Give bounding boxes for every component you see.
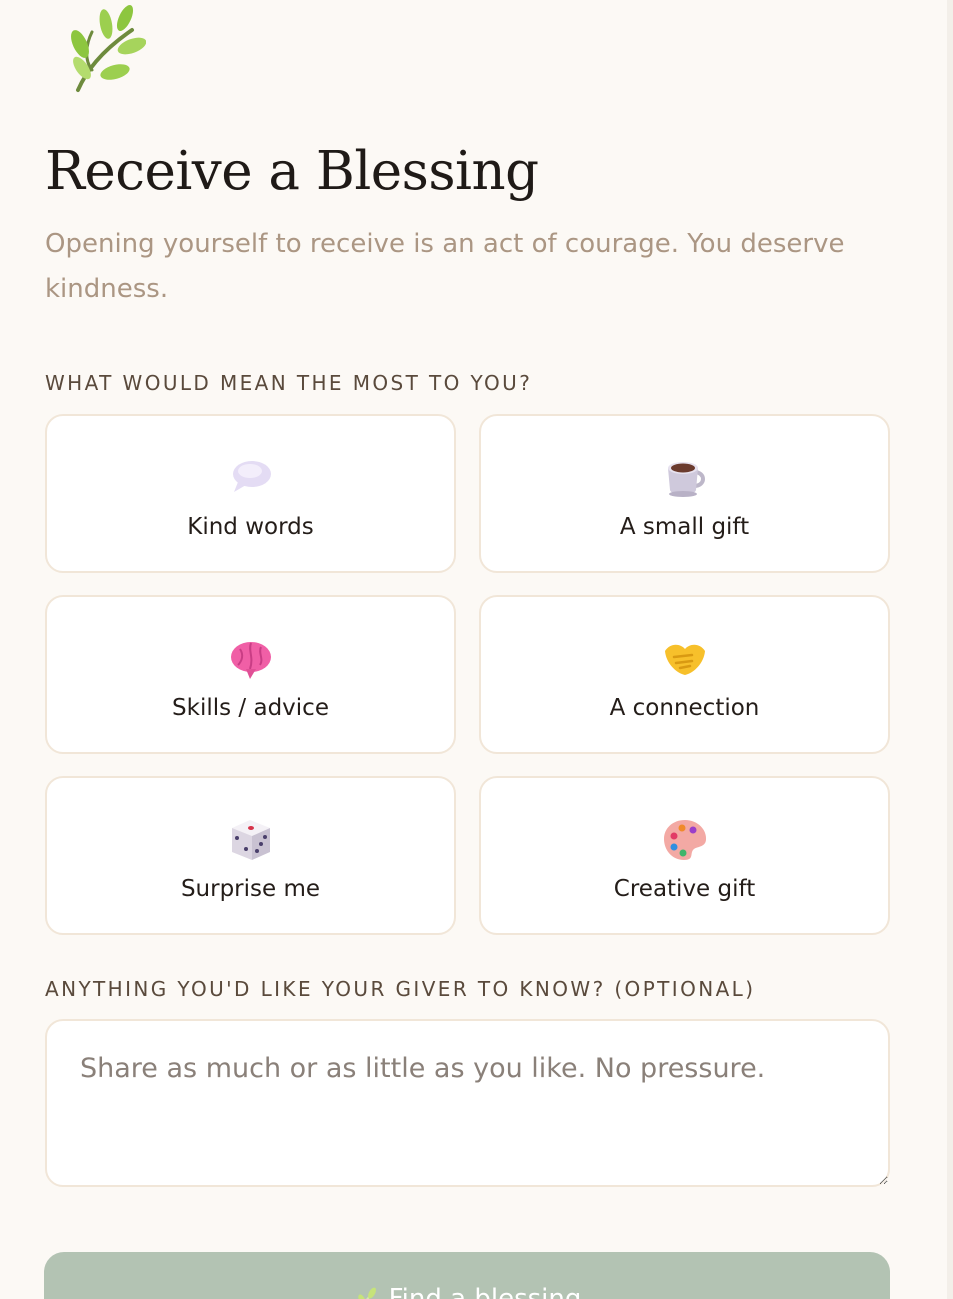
coffee-cup-icon <box>667 462 705 497</box>
right-edge-strip <box>947 0 953 1299</box>
giver-note-input[interactable] <box>45 1019 890 1187</box>
option-skills-advice[interactable]: Skills / advice <box>45 595 456 754</box>
option-label: A small gift <box>619 514 750 540</box>
option-kind-words[interactable]: Kind words <box>45 414 456 573</box>
palette-icon <box>663 820 706 860</box>
options-section-label: WHAT WOULD MEAN THE MOST TO YOU? <box>45 371 533 395</box>
option-connection[interactable]: A connection <box>479 595 890 754</box>
page-title: Receive a Blessing <box>45 141 539 202</box>
option-label: Skills / advice <box>172 695 329 721</box>
find-blessing-label: Find a blessing <box>388 1284 582 1299</box>
find-blessing-button[interactable]: Find a blessing <box>44 1252 890 1299</box>
leaf-sprig-icon <box>357 1287 376 1299</box>
option-surprise-me[interactable]: Surprise me <box>45 776 456 935</box>
option-label: Kind words <box>187 514 314 540</box>
option-label: Creative gift <box>613 876 756 902</box>
dice-icon <box>231 820 270 860</box>
leaf-sprig-icon <box>71 5 146 92</box>
page-subtitle: Opening yourself to receive is an act of… <box>45 229 845 304</box>
option-label: A connection <box>609 695 760 721</box>
options-grid: Kind words A small gift Skills / advice … <box>45 414 890 935</box>
note-section-label: ANYTHING YOU'D LIKE YOUR GIVER TO KNOW? … <box>45 977 756 1001</box>
option-label: Surprise me <box>180 876 321 902</box>
speech-bubble-icon <box>232 461 271 492</box>
brain-icon <box>230 642 271 679</box>
option-small-gift[interactable]: A small gift <box>479 414 890 573</box>
option-creative-gift[interactable]: Creative gift <box>479 776 890 935</box>
handshake-icon <box>664 644 705 675</box>
